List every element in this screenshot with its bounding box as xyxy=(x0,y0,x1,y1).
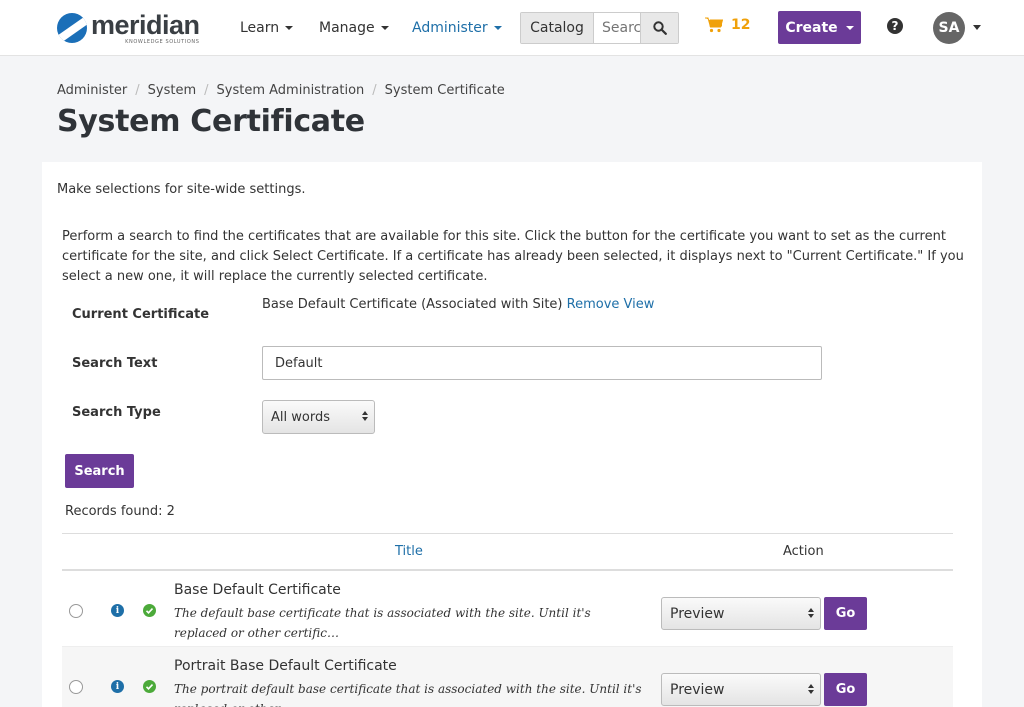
nav-learn-label: Learn xyxy=(240,20,280,36)
catalog-search-button[interactable] xyxy=(640,13,678,43)
current-certificate-label: Current Certificate xyxy=(72,307,210,322)
remove-link[interactable]: Remove xyxy=(567,297,620,312)
breadcrumb: Administer / System / System Administrat… xyxy=(57,83,505,98)
nav-administer-menu[interactable]: Administer xyxy=(412,0,502,56)
create-button[interactable]: Create xyxy=(778,11,861,44)
chevron-down-icon xyxy=(845,25,854,30)
certificates-table: Title Action i Base Default Certificate … xyxy=(62,533,953,707)
go-button[interactable]: Go xyxy=(824,673,867,706)
breadcrumb-separator: / xyxy=(372,83,377,98)
search-text-input[interactable] xyxy=(262,346,822,380)
chevron-down-icon xyxy=(493,26,502,30)
column-header-action: Action xyxy=(783,544,824,559)
search-button[interactable]: Search xyxy=(65,454,134,488)
search-type-label: Search Type xyxy=(72,405,161,420)
column-header-title[interactable]: Title xyxy=(395,544,423,559)
select-arrows-icon xyxy=(362,411,368,421)
help-icon[interactable]: ? xyxy=(887,18,903,34)
row-action-value: Preview xyxy=(670,681,725,698)
instructions-text: Perform a search to find the certificate… xyxy=(62,229,964,284)
create-button-label: Create xyxy=(785,19,838,36)
info-icon[interactable]: i xyxy=(111,680,124,693)
search-text-label: Search Text xyxy=(72,356,158,371)
meridian-logo[interactable]: meridian KNOWLEDGE SOLUTIONS xyxy=(57,10,200,46)
nav-manage-menu[interactable]: Manage xyxy=(319,0,389,56)
row-title: Portrait Base Default Certificate xyxy=(174,658,397,674)
catalog-button[interactable]: Catalog xyxy=(521,13,594,43)
breadcrumb-system-administration[interactable]: System Administration xyxy=(217,83,365,98)
search-type-select[interactable]: All words xyxy=(262,400,375,434)
catalog-search-input[interactable] xyxy=(594,13,640,43)
breadcrumb-administer[interactable]: Administer xyxy=(57,83,127,98)
current-certificate-value: Base Default Certificate (Associated wit… xyxy=(262,297,654,312)
logo-wordmark: meridian xyxy=(91,9,200,40)
breadcrumb-separator: / xyxy=(204,83,209,98)
intro-text: Make selections for site-wide settings. xyxy=(57,182,306,197)
row-description: The default base certificate that is ass… xyxy=(174,606,591,640)
view-link[interactable]: View xyxy=(624,297,655,312)
chevron-down-icon xyxy=(380,26,389,30)
info-icon[interactable]: i xyxy=(111,604,124,617)
meridian-logo-mark-icon xyxy=(57,13,87,43)
breadcrumb-system-certificate: System Certificate xyxy=(384,83,505,98)
select-arrows-icon xyxy=(808,684,814,694)
nav-learn-menu[interactable]: Learn xyxy=(240,0,294,56)
breadcrumb-separator: / xyxy=(135,83,140,98)
row-action-value: Preview xyxy=(670,605,725,622)
page-title: System Certificate xyxy=(57,104,365,139)
catalog-search-group: Catalog xyxy=(520,12,679,44)
table-header: Title Action xyxy=(62,533,953,571)
go-button[interactable]: Go xyxy=(824,597,867,630)
table-row: i Portrait Base Default Certificate The … xyxy=(62,647,953,707)
user-menu-chevron-down-icon[interactable] xyxy=(973,25,981,30)
row-select-radio[interactable] xyxy=(69,680,83,694)
user-avatar[interactable]: SA xyxy=(933,12,965,44)
cart-count: 12 xyxy=(731,17,751,33)
row-action-select[interactable]: Preview xyxy=(661,597,821,630)
cart-link[interactable]: 12 xyxy=(705,17,750,33)
search-icon xyxy=(652,21,667,35)
chevron-down-icon xyxy=(285,26,294,30)
check-icon xyxy=(143,680,156,693)
search-type-value: All words xyxy=(271,409,330,425)
check-icon xyxy=(143,604,156,617)
row-description: The portrait default base certificate th… xyxy=(174,682,642,707)
nav-administer-label: Administer xyxy=(412,20,488,36)
row-title: Base Default Certificate xyxy=(174,582,341,598)
current-certificate-name: Base Default Certificate (Associated wit… xyxy=(262,297,563,312)
cart-icon xyxy=(705,17,723,33)
records-found: Records found: 2 xyxy=(65,504,175,519)
nav-manage-label: Manage xyxy=(319,20,375,36)
table-row: i Base Default Certificate The default b… xyxy=(62,571,953,647)
logo-tagline: KNOWLEDGE SOLUTIONS xyxy=(125,38,200,45)
main-panel: Make selections for site-wide settings. … xyxy=(42,162,982,707)
select-arrows-icon xyxy=(808,608,814,618)
row-select-radio[interactable] xyxy=(69,604,83,618)
row-action-select[interactable]: Preview xyxy=(661,673,821,706)
top-navbar: meridian KNOWLEDGE SOLUTIONS Learn Manag… xyxy=(0,0,1024,56)
breadcrumb-system[interactable]: System xyxy=(148,83,196,98)
